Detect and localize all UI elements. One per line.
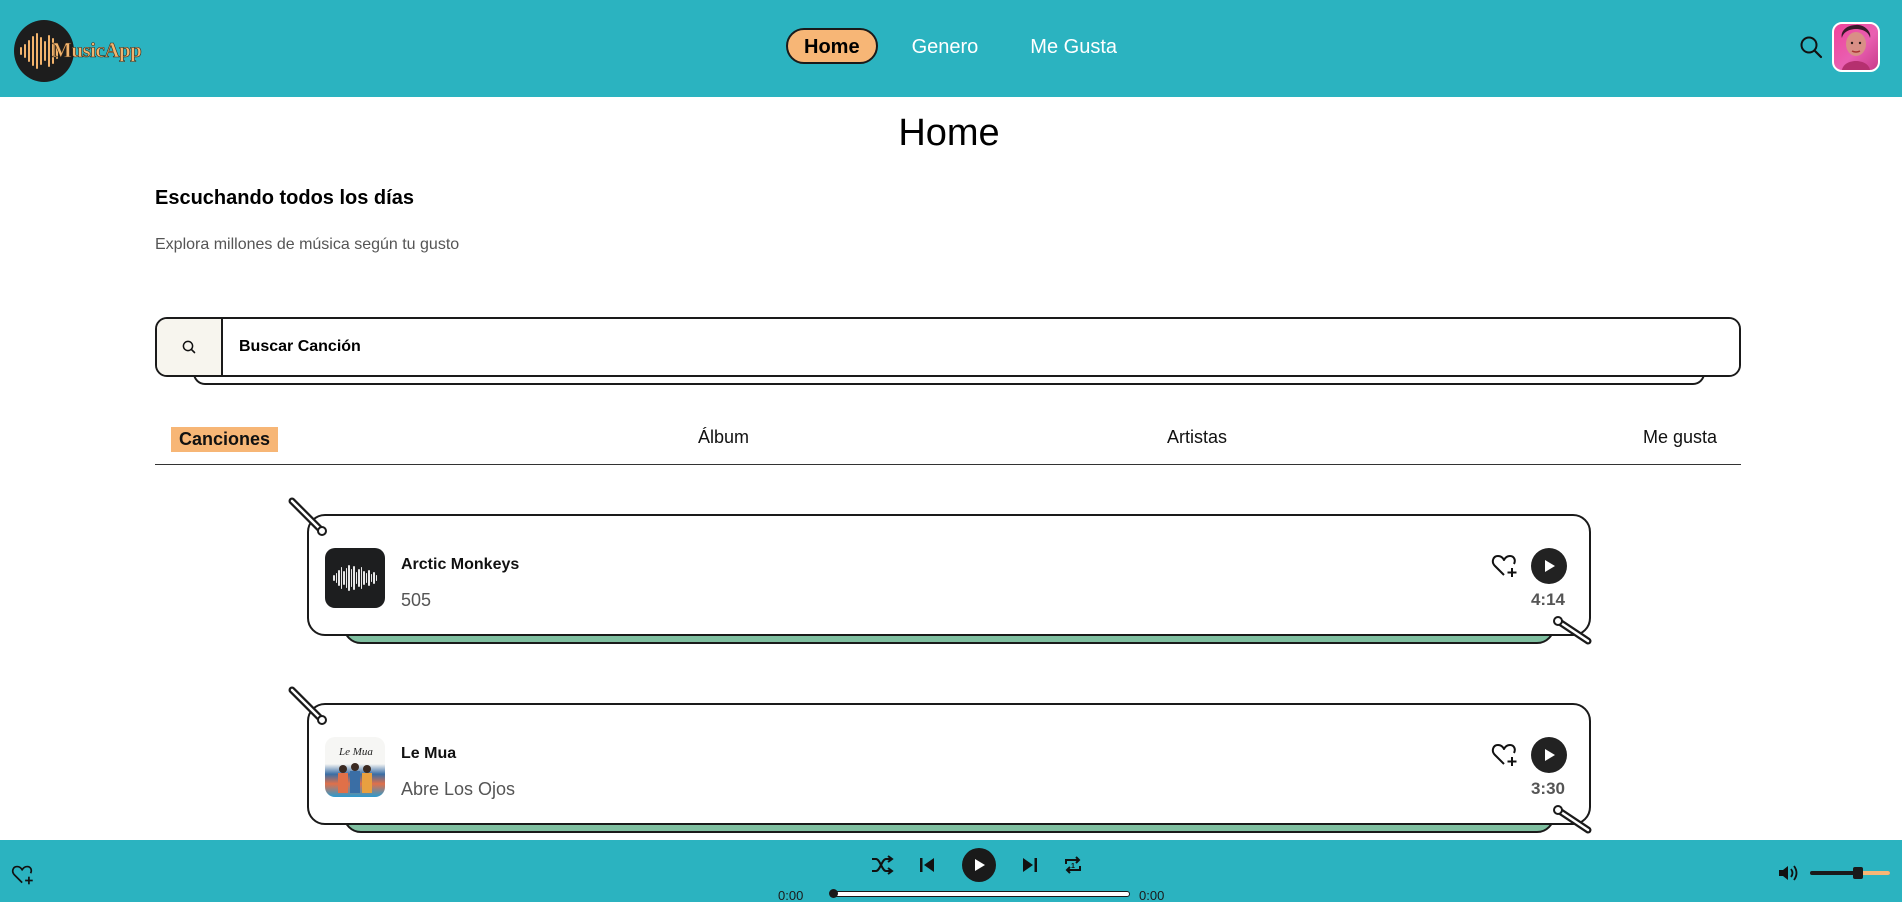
top-navbar: MusicApp Home Genero Me Gusta [0,0,1902,97]
song-search [155,317,1741,385]
app-logo[interactable]: MusicApp [14,20,142,82]
song-duration: 3:30 [1530,779,1565,798]
play-icon[interactable] [1531,737,1567,773]
search-input[interactable] [223,319,1739,375]
search-icon[interactable] [1798,34,1824,60]
pin-decoration-icon [288,686,327,725]
tab-artistas[interactable]: Artistas [1167,427,1227,448]
player-bar: 1 0:00 0:00 [0,840,1902,902]
card-body: Le Mua Le Mua Abre Los Ojos 3:30 [307,703,1591,825]
song-artist: Arctic Monkeys [401,556,520,573]
section-subtitle: Explora millones de música según tu gust… [155,236,460,253]
next-icon[interactable] [1020,855,1040,875]
nav-home[interactable]: Home [786,28,878,64]
tab-canciones[interactable]: Canciones [171,427,279,452]
card-body: Arctic Monkeys 505 4:14 [307,514,1591,636]
progress-bar[interactable] [829,889,1130,898]
song-title: 505 [401,590,432,610]
tab-me-gusta[interactable]: Me gusta [1643,427,1717,448]
heart-plus-icon[interactable] [1491,553,1519,579]
volume-knob[interactable] [1853,867,1863,879]
play-icon[interactable] [962,848,996,882]
le-mua-cover: Le Mua [325,737,385,797]
repeat-icon[interactable]: 1 [1061,853,1085,877]
song-title: Abre Los Ojos [401,779,516,799]
heart-plus-icon[interactable] [1491,742,1519,768]
main-nav: Home Genero Me Gusta [786,28,1135,64]
svg-text:Le Mua: Le Mua [338,746,373,758]
svg-text:1: 1 [1071,863,1075,870]
play-icon[interactable] [1531,548,1567,584]
page-title: Home [898,112,1000,154]
shuffle-icon[interactable] [869,854,895,876]
volume-slider[interactable] [1810,867,1890,879]
section-title: Escuchando todos los días [155,187,414,209]
song-card[interactable]: Arctic Monkeys 505 4:14 [288,497,1592,645]
tab-album[interactable]: Álbum [698,427,749,448]
heart-plus-icon[interactable] [11,864,35,886]
nav-genero[interactable]: Genero [894,28,997,64]
music-app: MusicApp Home Genero Me Gusta Home Escuc… [0,0,1902,902]
pin-decoration-icon [1553,616,1592,645]
song-card[interactable]: Le Mua Le Mua Abre Los Ojos 3:30 [288,686,1592,834]
song-duration: 4:14 [1530,590,1565,609]
progress-knob[interactable] [829,889,838,898]
total-time: 0:00 [1139,888,1165,902]
nav-me-gusta[interactable]: Me Gusta [1012,28,1135,64]
pin-decoration-icon [288,497,327,536]
search-button[interactable] [157,319,223,375]
search-icon [182,340,196,354]
previous-icon[interactable] [917,855,937,875]
search-box [155,317,1741,377]
arctic-monkeys-cover [325,548,385,608]
volume-icon[interactable] [1777,863,1801,883]
song-artist: Le Mua [401,745,457,762]
content-tabs: Canciones Álbum Artistas Me gusta [155,425,1741,465]
logo-text: MusicApp [52,38,142,63]
user-avatar[interactable] [1832,22,1880,72]
current-time: 0:00 [778,888,804,902]
